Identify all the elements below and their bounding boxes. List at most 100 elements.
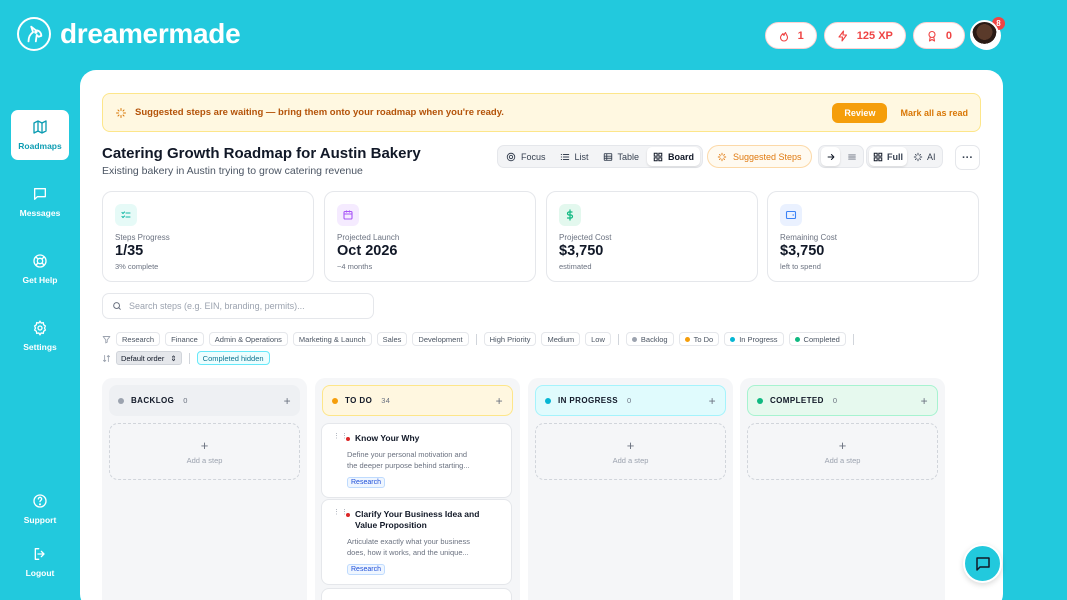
step-card[interactable]: ⋮⋮ Clarify Your Business Idea and Value … bbox=[321, 499, 512, 585]
streak-pill[interactable]: 1 bbox=[764, 22, 817, 49]
card-desc-line: does, how it works, and the unique... bbox=[347, 548, 469, 557]
filter-chip-medium[interactable]: Medium bbox=[541, 332, 581, 346]
step-card[interactable]: ⋮⋮ Know Your Why Define your personal mo… bbox=[321, 423, 512, 498]
bolt-icon bbox=[837, 29, 849, 42]
stat-value: 1/35 bbox=[115, 243, 144, 259]
chat-icon bbox=[974, 555, 992, 573]
plus-icon: + bbox=[626, 438, 635, 453]
stat-card-steps-progress: Steps Progress 1/35 3% complete bbox=[102, 191, 314, 282]
add-icon[interactable]: + bbox=[709, 394, 716, 408]
help-circle-icon bbox=[32, 493, 48, 509]
mode-ai-button[interactable]: AI bbox=[909, 147, 940, 166]
stat-card-projected-launch: Projected Launch Oct 2026 ~4 months bbox=[324, 191, 536, 282]
calendar-icon bbox=[337, 204, 359, 226]
sidebar-item-roadmaps[interactable]: Roadmaps bbox=[11, 110, 69, 160]
sort-value: Default order bbox=[121, 353, 165, 363]
stat-label: Remaining Cost bbox=[780, 233, 837, 242]
add-icon[interactable]: + bbox=[284, 394, 291, 408]
add-step-label: Add a step bbox=[612, 456, 649, 465]
page-title: Catering Growth Roadmap for Austin Baker… bbox=[102, 145, 421, 162]
column-title: IN PROGRESS bbox=[558, 396, 618, 405]
filter-chip-development[interactable]: Development bbox=[412, 332, 469, 346]
suggested-steps-banner: Suggested steps are waiting — bring them… bbox=[102, 93, 981, 132]
filter-chip-in-progress[interactable]: In Progress bbox=[724, 332, 784, 346]
stat-card-remaining-cost: Remaining Cost $3,750 left to spend bbox=[767, 191, 979, 282]
filter-chip-research[interactable]: Research bbox=[116, 332, 161, 346]
status-dot bbox=[332, 397, 338, 404]
mode-full-label: Full bbox=[887, 151, 903, 162]
status-dot bbox=[118, 397, 124, 404]
view-list-button[interactable]: List bbox=[554, 147, 595, 166]
filter-chip-admin[interactable]: Admin & Operations bbox=[208, 332, 288, 346]
unicorn-logo-icon bbox=[17, 17, 51, 51]
sidebar-item-settings[interactable]: Settings bbox=[11, 311, 69, 361]
column-title: COMPLETED bbox=[770, 396, 824, 405]
sidebar-item-get-help[interactable]: Get Help bbox=[11, 244, 69, 294]
more-options-button[interactable]: ··· bbox=[955, 145, 980, 170]
gear-icon bbox=[32, 320, 48, 336]
sort-row: Default order ⇕ Completed hidden bbox=[102, 351, 270, 365]
target-icon bbox=[506, 152, 516, 162]
column-backlog: BACKLOG 0 + + Add a step bbox=[102, 378, 307, 600]
review-button[interactable]: Review bbox=[832, 102, 888, 123]
search-input[interactable]: Search steps (e.g. EIN, branding, permit… bbox=[102, 293, 374, 319]
sidebar-item-support[interactable]: Support bbox=[11, 484, 69, 534]
mode-ai-label: AI bbox=[927, 151, 936, 162]
arrow-right-button[interactable] bbox=[821, 147, 840, 166]
table-icon bbox=[603, 152, 613, 162]
status-dot bbox=[794, 336, 800, 342]
wallet-icon bbox=[780, 204, 802, 226]
sidebar-item-label: Support bbox=[23, 515, 57, 525]
divider bbox=[852, 333, 854, 345]
card-desc-line: Define your personal motivation and bbox=[347, 450, 468, 459]
compact-list-button[interactable] bbox=[842, 147, 861, 166]
awards-pill[interactable]: 0 bbox=[912, 22, 965, 49]
stat-value: Oct 2026 bbox=[337, 243, 398, 259]
add-step-label: Add a step bbox=[824, 456, 861, 465]
chat-button[interactable] bbox=[963, 544, 1002, 583]
filter-chip-low[interactable]: Low bbox=[585, 332, 611, 346]
add-icon[interactable]: + bbox=[921, 394, 928, 408]
map-icon bbox=[32, 119, 48, 135]
filter-chip-finance[interactable]: Finance bbox=[165, 332, 204, 346]
filter-chip-todo[interactable]: To Do bbox=[678, 332, 720, 346]
card-title-line2: Value Proposition bbox=[355, 520, 427, 530]
kanban-board: BACKLOG 0 + + Add a step TO DO 34 + ⋮⋮ K… bbox=[102, 378, 945, 600]
view-table-button[interactable]: Table bbox=[597, 147, 646, 166]
filter-chip-completed[interactable]: Completed bbox=[788, 332, 846, 346]
filter-chip-high-priority[interactable]: High Priority bbox=[483, 332, 537, 346]
add-icon[interactable]: + bbox=[496, 394, 503, 408]
stat-label: Projected Cost bbox=[559, 233, 612, 242]
filter-chip-marketing[interactable]: Marketing & Launch bbox=[292, 332, 372, 346]
mode-full-button[interactable]: Full bbox=[869, 147, 907, 166]
mark-all-read-button[interactable]: Mark all as read bbox=[900, 108, 968, 118]
add-step-button[interactable]: + Add a step bbox=[109, 423, 300, 480]
step-card-partial[interactable] bbox=[321, 588, 512, 600]
sidebar-item-messages[interactable]: Messages bbox=[11, 177, 69, 227]
sidebar-item-label: Get Help bbox=[22, 275, 58, 285]
sidebar-item-logout[interactable]: Logout bbox=[11, 537, 69, 587]
flame-icon bbox=[778, 30, 790, 42]
filter-chip-backlog[interactable]: Backlog bbox=[625, 332, 674, 346]
checklist-icon bbox=[115, 204, 137, 226]
sort-select[interactable]: Default order ⇕ bbox=[116, 351, 182, 365]
add-step-button[interactable]: + Add a step bbox=[535, 423, 726, 480]
view-focus-button[interactable]: Focus bbox=[500, 147, 552, 166]
brand[interactable]: dreamermade bbox=[17, 17, 241, 51]
status-dot bbox=[757, 397, 763, 404]
add-step-button[interactable]: + Add a step bbox=[747, 423, 938, 480]
award-icon bbox=[926, 30, 938, 42]
avatar[interactable] bbox=[970, 20, 999, 49]
xp-pill[interactable]: 125 XP bbox=[823, 22, 906, 49]
view-board-button[interactable]: Board bbox=[647, 147, 701, 166]
sort-icon bbox=[102, 354, 111, 363]
filter-chip-sales[interactable]: Sales bbox=[376, 332, 408, 346]
stat-value: $3,750 bbox=[559, 243, 604, 259]
completed-hidden-toggle[interactable]: Completed hidden bbox=[196, 351, 270, 365]
awards-count: 0 bbox=[945, 29, 952, 42]
streak-count: 1 bbox=[797, 29, 804, 42]
sparkle-icon bbox=[115, 107, 127, 119]
grid-icon bbox=[873, 152, 883, 162]
suggested-steps-button[interactable]: Suggested Steps bbox=[707, 145, 812, 168]
sidebar-item-label: Settings bbox=[23, 342, 57, 352]
